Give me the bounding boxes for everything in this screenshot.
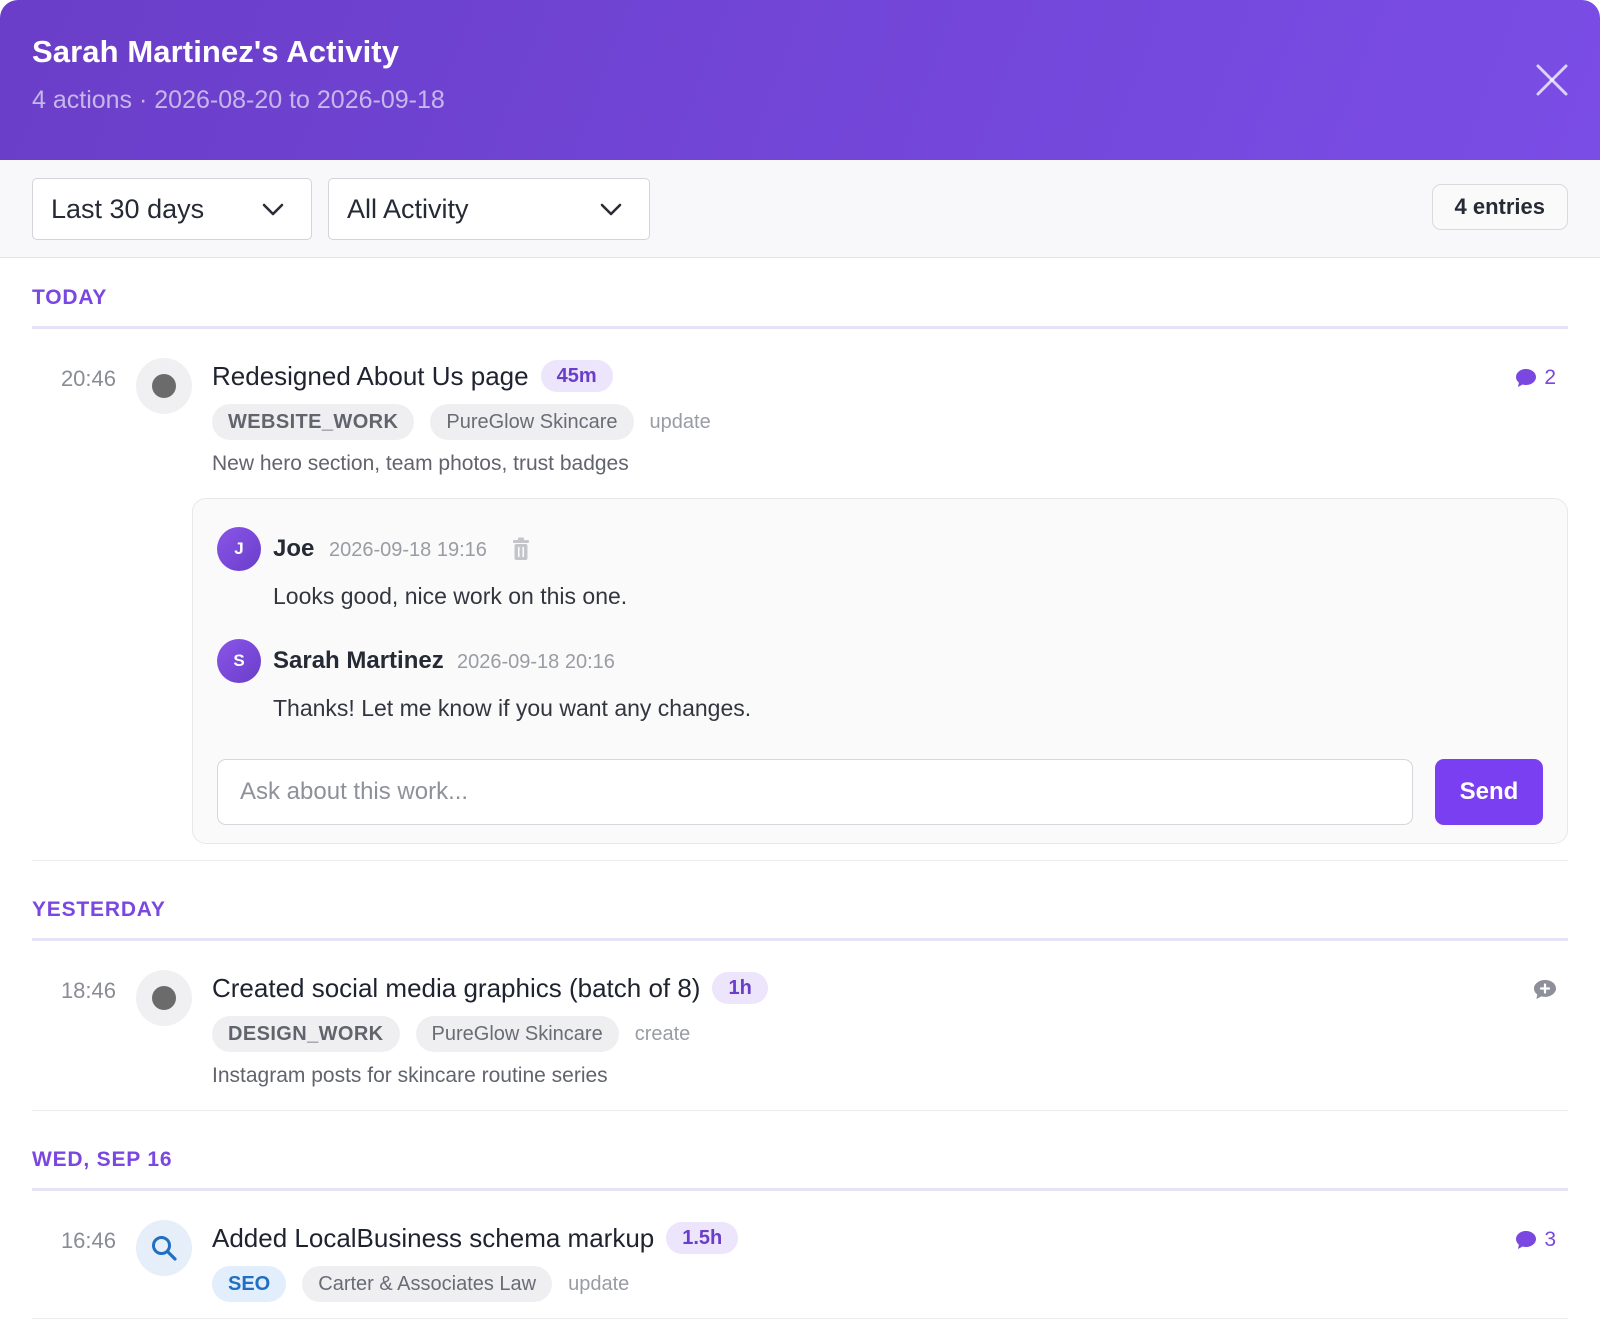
group-label: TODAY — [32, 286, 108, 309]
comment-count: 3 — [1544, 1228, 1556, 1251]
comment-count: 2 — [1544, 366, 1556, 389]
comments-toggle[interactable]: 2 — [1514, 366, 1556, 390]
entry-title: Created social media graphics (batch of … — [212, 972, 701, 1003]
group-divider — [32, 326, 1568, 329]
send-button[interactable]: Send — [1435, 759, 1543, 825]
gray-dot-icon — [152, 374, 176, 398]
comment-text: Looks good, nice work on this one. — [273, 583, 628, 609]
comment-text: Thanks! Let me know if you want any chan… — [273, 695, 752, 721]
entry-time: 18:46 — [60, 978, 116, 1003]
activity-type-select[interactable]: All Activity — [328, 178, 650, 240]
client-tag: PureGlow Skincare — [415, 1016, 619, 1052]
entry-tags: WEBSITE_WORK PureGlow Skincare update — [212, 404, 711, 440]
duration-badge: 45m — [540, 360, 613, 392]
chevron-down-icon — [600, 203, 622, 216]
entry-title-row: Created social media graphics (batch of … — [212, 972, 768, 1004]
add-comment-button[interactable] — [1532, 978, 1558, 1007]
group-label: WED, SEP 16 — [32, 1148, 173, 1171]
entry-divider — [32, 1318, 1568, 1319]
modal-header: Sarah Martinez's Activity 4 actions · 20… — [0, 0, 1600, 160]
avatar: S — [217, 639, 261, 683]
entry-time: 16:46 — [60, 1228, 116, 1253]
entry-divider — [32, 860, 1568, 861]
activity-type-value: All Activity — [347, 193, 469, 224]
action-verb: update — [649, 410, 711, 433]
entry-icon-wrap — [136, 358, 192, 414]
entry-description: Instagram posts for skincare routine ser… — [212, 1064, 608, 1087]
activity-type-tag: WEBSITE_WORK — [212, 404, 415, 440]
search-icon — [152, 1236, 177, 1261]
comment-time: 2026-09-18 19:16 — [329, 539, 487, 561]
modal-title: Sarah Martinez's Activity — [32, 34, 400, 69]
comment-author: Sarah Martinez — [273, 647, 444, 674]
duration-badge: 1h — [712, 972, 768, 1004]
entry-time: 20:46 — [60, 366, 116, 391]
trash-icon — [513, 537, 529, 560]
entry-title: Redesigned About Us page — [212, 360, 529, 391]
client-tag: Carter & Associates Law — [302, 1266, 553, 1302]
chevron-down-icon — [262, 203, 284, 216]
entry-tags: SEO Carter & Associates Law update — [212, 1266, 629, 1302]
entry-tags: DESIGN_WORK PureGlow Skincare create — [212, 1016, 690, 1052]
close-icon — [1536, 64, 1568, 96]
comment-icon — [1516, 369, 1537, 387]
gray-dot-icon — [152, 986, 176, 1010]
filter-toolbar: Last 30 days All Activity 4 entries — [0, 160, 1600, 258]
group-divider — [32, 938, 1568, 941]
avatar: J — [217, 527, 261, 571]
delete-comment-button[interactable] — [511, 537, 531, 566]
entries-count-badge: 4 entries — [1431, 184, 1568, 230]
comment-input[interactable] — [217, 759, 1413, 825]
group-divider — [32, 1188, 1568, 1191]
group-label: YESTERDAY — [32, 898, 166, 921]
comment-icon — [1516, 1231, 1537, 1249]
entry-divider — [32, 1110, 1568, 1111]
client-tag: PureGlow Skincare — [430, 404, 634, 440]
entry-title-row: Redesigned About Us page 45m — [212, 360, 613, 392]
entry-title-row: Added LocalBusiness schema markup 1.5h — [212, 1222, 739, 1254]
activity-type-tag: DESIGN_WORK — [212, 1016, 400, 1052]
date-range-select[interactable]: Last 30 days — [32, 178, 312, 240]
date-range-value: Last 30 days — [51, 193, 205, 224]
close-button[interactable] — [1532, 60, 1572, 100]
entry-icon-wrap — [136, 1220, 192, 1276]
entry-description: New hero section, team photos, trust bad… — [212, 452, 629, 475]
entry-icon-wrap — [136, 970, 192, 1026]
comment-author: Joe — [273, 535, 315, 562]
comment-time: 2026-09-18 20:16 — [457, 651, 615, 673]
comment-thread: J Joe 2026-09-18 19:16 Looks good, nice … — [192, 498, 1568, 844]
add-comment-icon — [1534, 980, 1556, 999]
duration-badge: 1.5h — [666, 1222, 739, 1254]
action-verb: update — [568, 1272, 630, 1295]
action-verb: create — [634, 1022, 691, 1045]
entry-title: Added LocalBusiness schema markup — [212, 1222, 655, 1253]
modal-subtitle: 4 actions · 2026-08-20 to 2026-09-18 — [32, 86, 445, 114]
activity-type-tag: SEO — [212, 1266, 287, 1302]
activity-modal: Sarah Martinez's Activity 4 actions · 20… — [0, 0, 1600, 1338]
comments-toggle[interactable]: 3 — [1514, 1228, 1556, 1252]
